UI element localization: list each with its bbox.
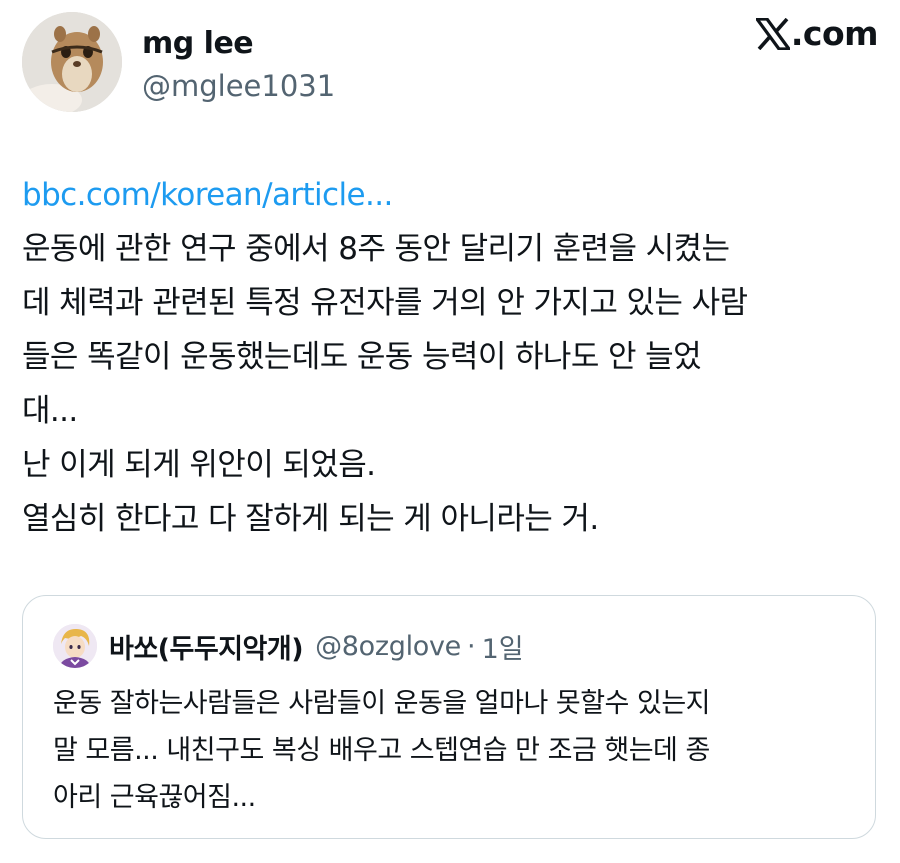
quoted-tweet-line: 말 모름... 내친구도 복싱 배우고 스텝연습 만 조금 햇는데 종 (53, 735, 710, 766)
tweet-line: 열심히 한다고 다 잘하게 되는 게 아니라는 거. (22, 501, 599, 537)
x-logo-icon (755, 18, 790, 50)
quoted-tweet-body: 운동 잘하는사람들은 사람들이 운동을 얼마나 못할수 있는지 말 모름... … (53, 680, 853, 821)
tweet-line: 운동에 관한 연구 중에서 8주 동안 달리기 훈련을 시켰는 (22, 231, 730, 267)
separator-dot: · (466, 630, 476, 662)
chipmunk-avatar-icon (22, 12, 122, 112)
quoted-author-avatar[interactable] (53, 624, 97, 668)
tweet-line: 난 이게 되게 위안이 되었음. (22, 447, 376, 483)
tweet-body: bbc.com/korean/article... 운동에 관한 연구 중에서 … (22, 168, 882, 546)
tweet-header: mg lee @mglee1031 (22, 12, 878, 114)
author-display-name[interactable]: mg lee (142, 26, 335, 62)
quoted-tweet-card[interactable]: 바쏘(두두지악개) @8ozglove · 1일 운동 잘하는사람들은 사람들이… (22, 595, 876, 839)
article-link[interactable]: bbc.com/korean/article... (22, 168, 882, 222)
quoted-tweet-line: 운동 잘하는사람들은 사람들이 운동을 얼마나 못할수 있는지 (53, 688, 711, 719)
quoted-author-display-name[interactable]: 바쏘(두두지악개) (109, 627, 304, 666)
author-handle[interactable]: @mglee1031 (142, 66, 335, 106)
quoted-tweet-time[interactable]: 1일 (482, 627, 524, 666)
quoted-tweet-line: 아리 근육끊어짐... (53, 782, 256, 813)
brand-domain-text: .com (790, 14, 879, 53)
tweet-line: 들은 똑같이 운동했는데도 운동 능력이 하나도 안 늘었 (22, 339, 702, 375)
author-avatar[interactable] (22, 12, 122, 112)
quoted-tweet-header: 바쏘(두두지악개) @8ozglove · 1일 (53, 624, 524, 668)
x-com-brand: .com (755, 14, 879, 54)
anime-character-avatar-icon (53, 624, 97, 668)
tweet-line: 대... (22, 393, 78, 429)
quoted-author-handle[interactable]: @8ozglove (315, 631, 461, 662)
tweet-line: 데 체력과 관련된 특정 유전자를 거의 안 가지고 있는 사람 (22, 285, 748, 321)
